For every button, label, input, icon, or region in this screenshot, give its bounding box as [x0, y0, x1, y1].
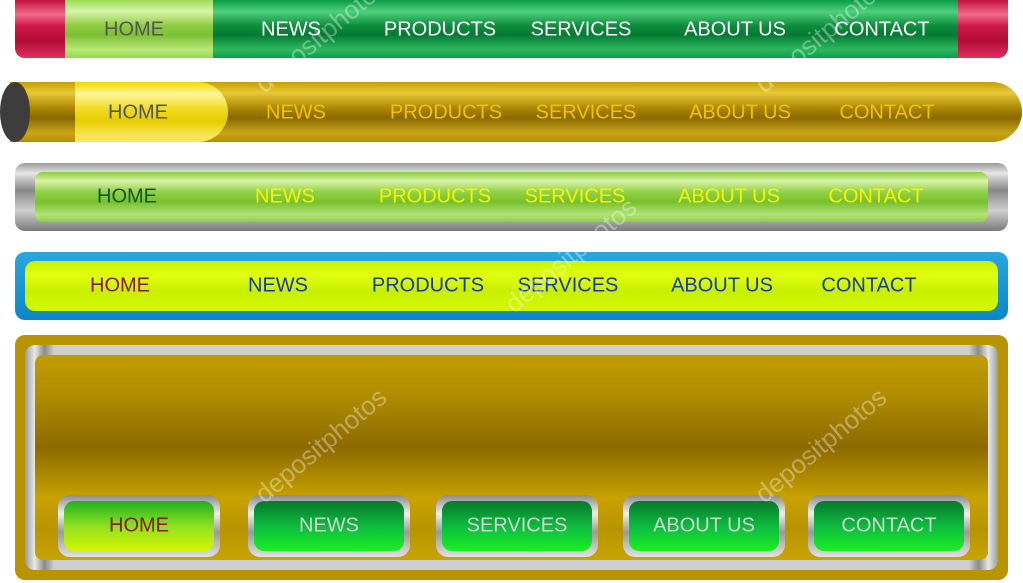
button-label: HOME	[109, 514, 169, 537]
menu4-item-products[interactable]: PRODUCTS	[372, 275, 484, 298]
menu4-item-services[interactable]: SERVICES	[518, 275, 619, 298]
menu5-button-home[interactable]: HOME	[58, 495, 220, 557]
menu1-item-contact[interactable]: CONTACT	[834, 19, 929, 42]
menu3-item-products[interactable]: PRODUCTS	[379, 186, 491, 209]
menu3-item-contact[interactable]: CONTACT	[828, 186, 923, 209]
menu1-item-products[interactable]: PRODUCTS	[384, 19, 496, 42]
menu4-item-about-us[interactable]: ABOUT US	[671, 275, 773, 298]
menu1-item-home[interactable]: HOME	[104, 19, 164, 42]
right-cap	[958, 0, 1008, 58]
menu1-item-services[interactable]: SERVICES	[531, 19, 632, 42]
menu1-item-news[interactable]: NEWS	[261, 19, 321, 42]
button-label: ABOUT US	[653, 514, 755, 537]
menu3-item-services[interactable]: SERVICES	[525, 186, 626, 209]
menu1-item-about-us[interactable]: ABOUT US	[684, 19, 786, 42]
menu2-item-home[interactable]: HOME	[108, 102, 168, 125]
menu3-item-home[interactable]: HOME	[97, 186, 157, 209]
menu5-button-services[interactable]: SERVICES	[436, 495, 598, 557]
menu2-item-contact[interactable]: CONTACT	[839, 102, 934, 125]
menu4-item-contact[interactable]: CONTACT	[821, 275, 916, 298]
left-cap	[15, 0, 65, 58]
menu3-item-about-us[interactable]: ABOUT US	[678, 186, 780, 209]
menu3-item-news[interactable]: NEWS	[255, 186, 315, 209]
menu5-button-contact[interactable]: CONTACT	[808, 495, 970, 557]
menu2-item-services[interactable]: SERVICES	[536, 102, 637, 125]
button-label: NEWS	[299, 514, 359, 537]
menu4-item-home[interactable]: HOME	[90, 275, 150, 298]
menu2-item-products[interactable]: PRODUCTS	[390, 102, 502, 125]
cylinder-end	[0, 82, 30, 142]
menu5-button-news[interactable]: NEWS	[248, 495, 410, 557]
menu5-button-about-us[interactable]: ABOUT US	[623, 495, 785, 557]
menu2-item-news[interactable]: NEWS	[266, 102, 326, 125]
menu4-item-news[interactable]: NEWS	[248, 275, 308, 298]
button-label: CONTACT	[841, 514, 937, 537]
menu2-item-about-us[interactable]: ABOUT US	[689, 102, 791, 125]
button-label: SERVICES	[466, 514, 568, 537]
